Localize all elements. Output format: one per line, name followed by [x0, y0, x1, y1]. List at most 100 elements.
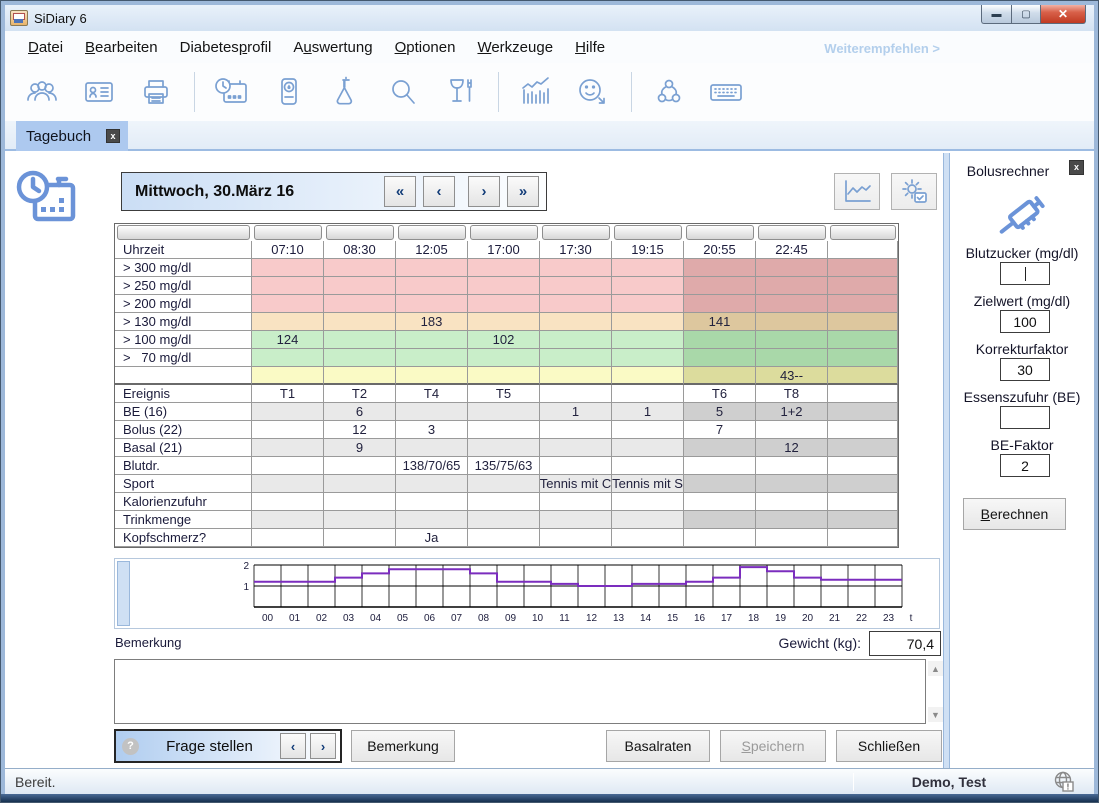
table-cell[interactable] [252, 277, 324, 295]
sync-alert-icon[interactable]: ! [1034, 770, 1094, 794]
table-cell[interactable] [828, 511, 898, 529]
time-column-header[interactable]: 12:05 [396, 241, 468, 259]
column-header-button[interactable] [117, 225, 250, 240]
table-cell[interactable] [324, 511, 396, 529]
time-column-header[interactable]: 17:30 [540, 241, 612, 259]
table-cell[interactable] [612, 367, 684, 385]
table-cell[interactable] [252, 421, 324, 439]
table-cell[interactable] [756, 529, 828, 547]
table-cell[interactable] [396, 295, 468, 313]
statistics-icon[interactable] [513, 72, 559, 112]
table-cell[interactable] [828, 295, 898, 313]
table-cell[interactable]: 12 [756, 439, 828, 457]
lab-flask-icon[interactable] [323, 72, 369, 112]
table-cell[interactable] [828, 475, 898, 493]
table-cell[interactable] [612, 259, 684, 277]
table-cell[interactable]: 7 [684, 421, 756, 439]
table-cell[interactable]: 1 [612, 403, 684, 421]
maximize-button[interactable]: ▢ [1011, 5, 1041, 24]
trend-chart-button[interactable] [834, 173, 880, 210]
table-cell[interactable]: Ja [396, 529, 468, 547]
time-column-header[interactable]: 22:45 [756, 241, 828, 259]
table-cell[interactable] [252, 493, 324, 511]
table-cell[interactable] [468, 475, 540, 493]
time-column-header[interactable]: 08:30 [324, 241, 396, 259]
table-cell[interactable]: T4 [396, 385, 468, 403]
table-cell[interactable] [252, 475, 324, 493]
table-cell[interactable] [468, 529, 540, 547]
berechnen-button[interactable]: Berechnen [963, 498, 1066, 530]
table-cell[interactable] [396, 277, 468, 295]
table-cell[interactable] [828, 367, 898, 385]
scroll-up-icon[interactable]: ▲ [928, 661, 943, 676]
table-cell[interactable] [324, 367, 396, 385]
table-cell[interactable] [756, 511, 828, 529]
column-header-button[interactable] [686, 225, 754, 240]
menu-hilfe[interactable]: Hilfe [564, 35, 616, 60]
table-cell[interactable] [252, 349, 324, 367]
minimize-button[interactable]: ▬ [981, 5, 1011, 24]
bolus-input[interactable] [1000, 262, 1050, 285]
table-cell[interactable]: T1 [252, 385, 324, 403]
table-cell[interactable]: 9 [324, 439, 396, 457]
table-cell[interactable] [540, 259, 612, 277]
time-column-header[interactable] [828, 241, 898, 259]
table-cell[interactable] [612, 331, 684, 349]
table-cell[interactable] [756, 331, 828, 349]
table-cell[interactable] [540, 295, 612, 313]
bolus-input[interactable]: 30 [1000, 358, 1050, 381]
table-cell[interactable] [468, 349, 540, 367]
table-cell[interactable]: Tennis mit C [540, 475, 612, 493]
panel-splitter[interactable] [943, 153, 950, 768]
table-cell[interactable] [684, 259, 756, 277]
table-cell[interactable] [612, 493, 684, 511]
column-header-button[interactable] [614, 225, 682, 240]
table-cell[interactable]: 43-- [756, 367, 828, 385]
table-cell[interactable]: 183 [396, 313, 468, 331]
table-cell[interactable]: 1 [540, 403, 612, 421]
table-cell[interactable] [828, 331, 898, 349]
table-cell[interactable] [756, 313, 828, 331]
nutrition-icon[interactable] [437, 72, 483, 112]
smiley-export-icon[interactable] [570, 72, 616, 112]
table-cell[interactable] [612, 421, 684, 439]
table-cell[interactable] [828, 403, 898, 421]
diary-calendar-icon[interactable] [209, 72, 255, 112]
table-cell[interactable] [396, 439, 468, 457]
table-cell[interactable]: 102 [468, 331, 540, 349]
column-header-button[interactable] [254, 225, 322, 240]
table-cell[interactable]: 135/75/63 [468, 457, 540, 475]
table-cell[interactable]: T5 [468, 385, 540, 403]
close-button[interactable]: ✕ [1041, 5, 1086, 24]
bolus-input[interactable]: 2 [1000, 454, 1050, 477]
table-cell[interactable] [540, 277, 612, 295]
bolus-input[interactable]: 100 [1000, 310, 1050, 333]
table-cell[interactable] [540, 439, 612, 457]
table-cell[interactable]: 141 [684, 313, 756, 331]
table-cell[interactable] [684, 295, 756, 313]
schliessen-button[interactable]: Schließen [836, 730, 942, 762]
column-header-button[interactable] [830, 225, 896, 240]
table-cell[interactable] [828, 259, 898, 277]
table-cell[interactable]: 12 [324, 421, 396, 439]
menu-diabetesprofil[interactable]: Diabetesprofil [169, 35, 283, 60]
table-cell[interactable] [684, 331, 756, 349]
table-cell[interactable] [540, 385, 612, 403]
share-icon[interactable] [646, 72, 692, 112]
first-day-button[interactable]: « [384, 176, 416, 207]
table-cell[interactable] [252, 295, 324, 313]
table-cell[interactable] [684, 475, 756, 493]
table-cell[interactable] [756, 349, 828, 367]
table-cell[interactable]: Tennis mit S [612, 475, 684, 493]
last-day-button[interactable]: » [507, 176, 539, 207]
column-header-button[interactable] [470, 225, 538, 240]
column-header-button[interactable] [758, 225, 826, 240]
table-cell[interactable] [684, 439, 756, 457]
table-cell[interactable] [540, 529, 612, 547]
table-cell[interactable]: 5 [684, 403, 756, 421]
table-cell[interactable] [612, 295, 684, 313]
menu-werkzeuge[interactable]: Werkzeuge [466, 35, 564, 60]
users-icon[interactable] [19, 72, 65, 112]
table-cell[interactable] [468, 313, 540, 331]
table-cell[interactable] [828, 277, 898, 295]
